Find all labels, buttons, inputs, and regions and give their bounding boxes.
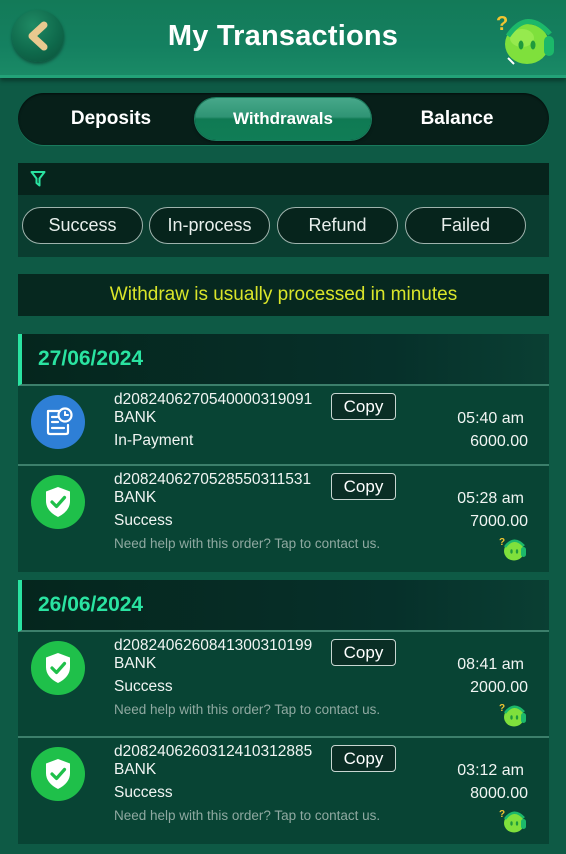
transaction-id: d2082406270528550311531 <box>114 471 312 488</box>
app-header: My Transactions ? <box>0 0 566 78</box>
transaction-status: Success <box>114 784 173 801</box>
success-shield-icon <box>31 747 85 801</box>
customer-support-mascot-icon: ? <box>496 13 554 65</box>
transaction-row[interactable]: d2082406270528550311531 Copy BANK Succes… <box>18 466 549 572</box>
filter-chip-in-process[interactable]: In-process <box>149 207 270 244</box>
contact-support-link[interactable]: Need help with this order? Tap to contac… <box>114 536 380 551</box>
date-header: 26/06/2024 <box>18 580 549 632</box>
filter-chip-failed[interactable]: Failed <box>405 207 526 244</box>
filter-panel: Success In-process Refund Failed <box>18 163 549 257</box>
customer-support-mascot-icon[interactable]: ? <box>499 534 529 562</box>
transaction-status: Success <box>114 512 173 529</box>
copy-button[interactable]: Copy <box>331 473 396 500</box>
transaction-method: BANK <box>114 655 157 672</box>
customer-support-mascot-icon[interactable]: ? <box>499 700 529 728</box>
transaction-time: 05:40 am <box>457 410 524 427</box>
success-shield-icon <box>31 475 85 529</box>
processing-notice: Withdraw is usually processed in minutes <box>18 274 549 316</box>
filter-chip-success[interactable]: Success <box>22 207 143 244</box>
copy-button[interactable]: Copy <box>331 393 396 420</box>
transaction-list: 27/06/2024 d2082406270540000319091 Copy … <box>18 334 549 844</box>
transaction-amount: 6000.00 <box>470 433 528 450</box>
transaction-id: d2082406270540000319091 <box>114 391 313 408</box>
transaction-amount: 8000.00 <box>470 785 528 802</box>
page-title: My Transactions <box>167 20 399 52</box>
transaction-amount: 2000.00 <box>470 679 528 696</box>
transaction-row[interactable]: d2082406260841300310199 Copy BANK Succes… <box>18 632 549 738</box>
transaction-id: d2082406260841300310199 <box>114 637 313 654</box>
transaction-id: d2082406260312410312885 <box>114 743 313 760</box>
pending-receipt-icon <box>31 395 85 449</box>
success-shield-icon <box>31 641 85 695</box>
filter-header <box>18 163 549 195</box>
transaction-row[interactable]: d2082406270540000319091 Copy BANK In-Pay… <box>18 386 549 466</box>
tab-balance[interactable]: Balance <box>369 98 545 140</box>
filter-icon[interactable] <box>30 170 46 188</box>
transaction-method: BANK <box>114 761 157 778</box>
copy-button[interactable]: Copy <box>331 745 396 772</box>
transaction-type-tabs: Deposits Withdrawals Balance <box>18 93 549 145</box>
contact-support-link[interactable]: Need help with this order? Tap to contac… <box>114 808 380 823</box>
tab-withdrawals[interactable]: Withdrawals <box>195 98 371 140</box>
filter-chip-refund[interactable]: Refund <box>277 207 398 244</box>
transaction-method: BANK <box>114 489 157 506</box>
transaction-status: Success <box>114 678 173 695</box>
date-header: 27/06/2024 <box>18 334 549 386</box>
customer-support-mascot-icon[interactable]: ? <box>499 806 529 834</box>
status-filter-chips: Success In-process Refund Failed <box>18 195 549 257</box>
transaction-time: 08:41 am <box>457 656 524 673</box>
transaction-method: BANK <box>114 409 157 426</box>
transaction-time: 05:28 am <box>457 490 524 507</box>
transaction-time: 03:12 am <box>457 762 524 779</box>
transaction-row[interactable]: d2082406260312410312885 Copy BANK Succes… <box>18 738 549 844</box>
copy-button[interactable]: Copy <box>331 639 396 666</box>
svg-text:?: ? <box>496 13 508 35</box>
transaction-amount: 7000.00 <box>470 513 528 530</box>
transaction-status: In-Payment <box>114 432 194 449</box>
customer-support-button[interactable]: ? <box>494 6 560 68</box>
tab-deposits[interactable]: Deposits <box>23 98 199 140</box>
group-spacer <box>18 572 549 580</box>
contact-support-link[interactable]: Need help with this order? Tap to contac… <box>114 702 380 717</box>
